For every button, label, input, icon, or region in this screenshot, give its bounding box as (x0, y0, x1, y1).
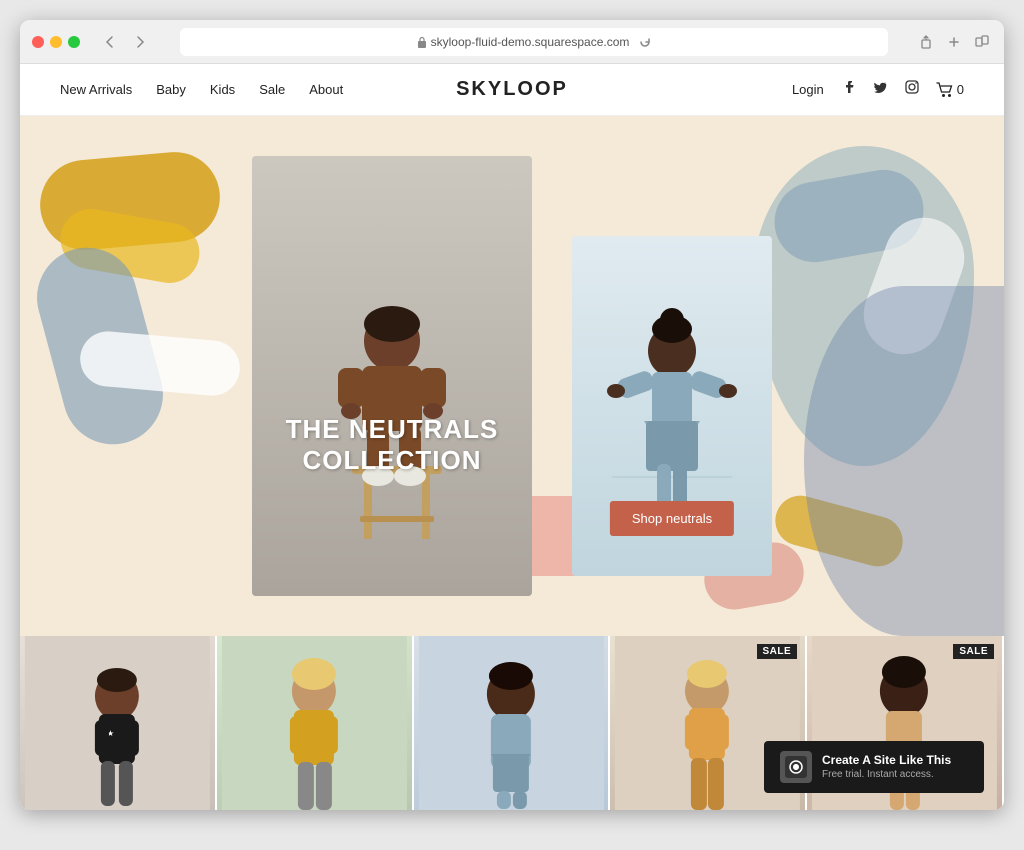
nav-sale[interactable]: Sale (259, 82, 285, 97)
child-sitting-illustration (252, 156, 532, 596)
squarespace-logo-icon (780, 751, 812, 783)
close-button[interactable] (32, 36, 44, 48)
url-text: skyloop-fluid-demo.squarespace.com (431, 35, 630, 49)
share-icon[interactable] (916, 32, 936, 52)
twitter-icon[interactable] (872, 79, 888, 100)
nav-kids[interactable]: Kids (210, 82, 235, 97)
browser-window: skyloop-fluid-demo.squarespace.com New A… (20, 20, 1004, 810)
forward-button[interactable] (128, 30, 152, 54)
sale-badge-4: SALE (757, 644, 798, 659)
hero-headline-line2: COLLECTION (303, 445, 482, 475)
nav-login[interactable]: Login (792, 82, 824, 97)
new-tab-icon[interactable] (944, 32, 964, 52)
reload-icon[interactable] (639, 36, 651, 48)
product-item-3[interactable] (414, 636, 611, 810)
nav-new-arrivals[interactable]: New Arrivals (60, 82, 132, 97)
hero-headline-overlay: THE NEUTRALS COLLECTION (252, 414, 532, 476)
cart-count: 0 (957, 82, 964, 97)
instagram-icon[interactable] (904, 79, 920, 100)
lock-icon (417, 36, 427, 48)
cart-icon[interactable]: 0 (936, 82, 964, 98)
browser-actions (916, 32, 992, 52)
promo-title: Create A Site Like This (822, 752, 951, 769)
facebook-icon[interactable] (840, 79, 856, 100)
hero-photo-right: Shop neutrals (572, 236, 772, 576)
browser-titlebar: skyloop-fluid-demo.squarespace.com (20, 20, 1004, 64)
nav-right: Login 0 (663, 79, 964, 100)
hero-photo-left: THE NEUTRALS COLLECTION (252, 156, 532, 596)
hero-headline: THE NEUTRALS COLLECTION (252, 414, 532, 476)
squarespace-icon (785, 756, 807, 778)
hero-headline-line1: THE NEUTRALS (286, 414, 499, 444)
squarespace-promo-bar[interactable]: Create A Site Like This Free trial. Inst… (764, 741, 984, 793)
hero-content: THE NEUTRALS COLLECTION (20, 116, 1004, 636)
promo-text: Create A Site Like This Free trial. Inst… (822, 752, 951, 783)
product-image-3 (414, 636, 609, 810)
window-icon[interactable] (972, 32, 992, 52)
product-item-2[interactable] (217, 636, 414, 810)
address-bar[interactable]: skyloop-fluid-demo.squarespace.com (180, 28, 888, 56)
browser-controls (98, 30, 152, 54)
nav-left: New Arrivals Baby Kids Sale About (60, 82, 361, 97)
product-image-2 (217, 636, 412, 810)
product-image-1: ★ (20, 636, 215, 810)
hero-section: THE NEUTRALS COLLECTION (20, 116, 1004, 636)
traffic-lights (32, 36, 80, 48)
maximize-button[interactable] (68, 36, 80, 48)
back-button[interactable] (98, 30, 122, 54)
site-logo: SKYLOOP (361, 78, 662, 101)
photo-left-bg (252, 156, 532, 596)
promo-subtitle: Free trial. Instant access. (822, 768, 951, 782)
shop-neutrals-button[interactable]: Shop neutrals (610, 501, 734, 536)
site-content: New Arrivals Baby Kids Sale About SKYLOO… (20, 64, 1004, 810)
product-item-1[interactable]: ★ (20, 636, 217, 810)
sale-badge-5: SALE (953, 644, 994, 659)
site-nav: New Arrivals Baby Kids Sale About SKYLOO… (20, 64, 1004, 116)
nav-baby[interactable]: Baby (156, 82, 186, 97)
product-grid: ★ (20, 636, 1004, 810)
nav-about[interactable]: About (309, 82, 343, 97)
minimize-button[interactable] (50, 36, 62, 48)
